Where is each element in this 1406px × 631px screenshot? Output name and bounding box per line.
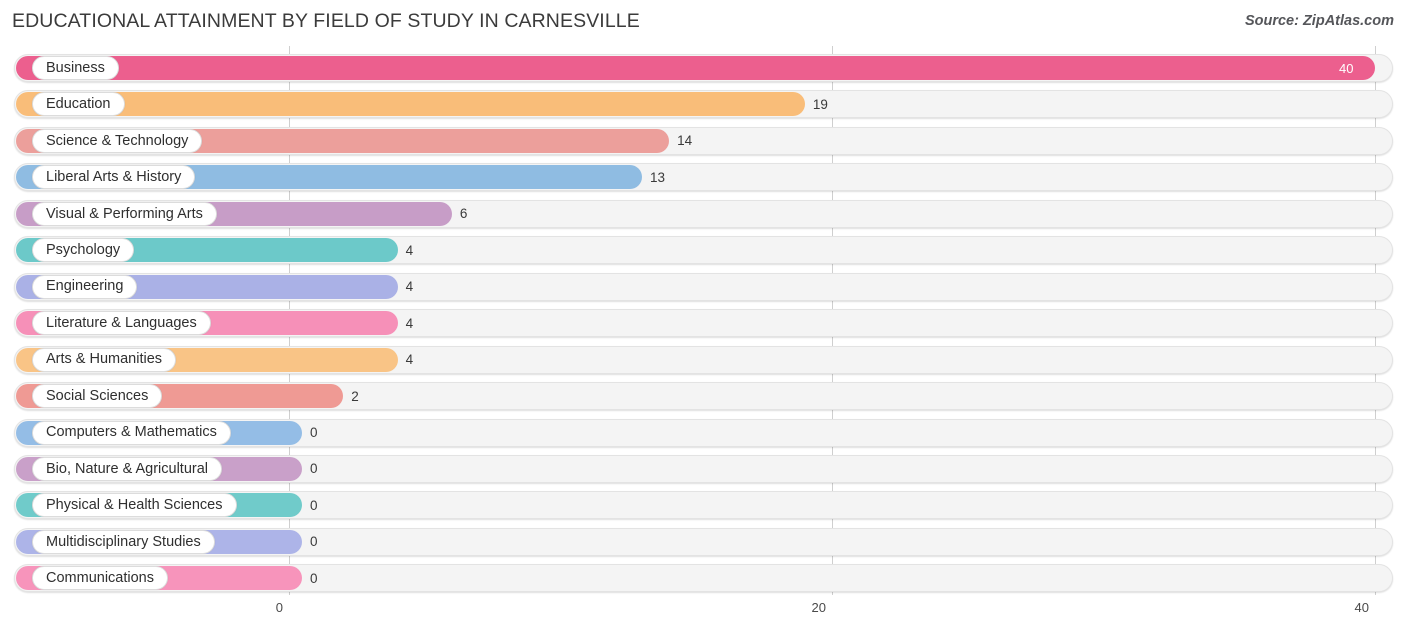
bar-value-label: 4 — [405, 352, 414, 368]
x-tick-label: 0 — [275, 600, 283, 615]
bar-label-pill: Business — [32, 56, 119, 80]
bar-row: Literature & Languages 4 — [14, 309, 1393, 338]
bar-value-label: 40 — [1339, 60, 1354, 76]
bar-value-label: 2 — [351, 388, 359, 404]
bar-row: Science & Technology 14 — [14, 126, 1393, 155]
bar-category-label: Business — [46, 59, 105, 76]
bar-label-pill: Science & Technology — [32, 128, 203, 153]
bar-value-label: 13 — [649, 169, 665, 185]
bar-label-pill: Education — [32, 92, 125, 117]
bar-row: Bio, Nature & Agricultural 0 — [14, 454, 1393, 483]
bar-label-pill: Arts & Humanities — [32, 347, 177, 372]
bar-label-pill: Bio, Nature & Agricultural — [32, 456, 222, 481]
bar-category-label: Multidisciplinary Studies — [46, 533, 201, 550]
bar-value-label: 0 — [310, 570, 318, 586]
bar-value-label: 0 — [310, 497, 318, 513]
bar-value-label: 4 — [405, 315, 414, 331]
bar-value-label: 0 — [310, 534, 318, 550]
bar-category-label: Physical & Health Sciences — [46, 497, 223, 514]
bar-category-label: Bio, Nature & Agricultural — [46, 460, 208, 477]
source-attribution: Source: ZipAtlas.com — [1244, 13, 1394, 29]
bar-row: Education 19 — [14, 90, 1393, 119]
bar-label-pill: Psychology — [32, 238, 135, 263]
x-tick-label: 40 — [1354, 600, 1369, 615]
plot-area: Business 40 Education 19 Science & Technolog… — [0, 46, 1406, 595]
bar-label-pill: Literature & Languages — [32, 311, 211, 336]
x-axis: 0 20 40 — [0, 595, 1406, 631]
bar-value-label: 0 — [310, 425, 318, 440]
chart-header: EDUCATIONAL ATTAINMENT BY FIELD OF STUDY… — [0, 0, 1406, 46]
page-title: EDUCATIONAL ATTAINMENT BY FIELD OF STUDY… — [12, 10, 640, 32]
bar-row: Physical & Health Sciences 0 — [14, 491, 1393, 520]
bar-label-pill: Communications — [32, 566, 168, 591]
bar-label-pill: Social Sciences — [32, 384, 163, 409]
bar-label-pill: Liberal Arts & History — [32, 165, 196, 190]
bar-value-label: 0 — [310, 461, 318, 477]
bar-label-pill: Multidisciplinary Studies — [32, 529, 215, 554]
bar-label-pill: Engineering — [32, 274, 138, 299]
bar-category-label: Communications — [46, 570, 154, 587]
bar-category-label: Psychology — [46, 242, 121, 258]
bar-value-label: 4 — [405, 279, 414, 295]
bar-value-label: 19 — [812, 96, 828, 112]
bar-row: Psychology 4 — [14, 236, 1393, 265]
bar-row: Social Sciences 2 — [14, 382, 1393, 411]
bar-category-label: Science & Technology — [46, 132, 189, 149]
bar-label-pill: Physical & Health Sciences — [32, 493, 237, 518]
bar-row: Communications 0 — [14, 564, 1393, 593]
bar-row: Computers & Mathematics 0 — [14, 418, 1393, 447]
bar-category-label: Liberal Arts & History — [46, 169, 182, 186]
bar-label-pill: Computers & Mathematics — [32, 420, 231, 445]
bar-value-label: 4 — [405, 242, 414, 258]
bar-value-label: 14 — [677, 133, 693, 149]
bar-category-label: Literature & Languages — [46, 314, 197, 331]
bar-category-label: Education — [46, 96, 111, 113]
bar-category-label: Arts & Humanities — [46, 351, 163, 368]
bar-rows: Business 40 Education 19 Science & Technolog… — [0, 46, 1406, 595]
bar-row: Business 40 — [14, 54, 1393, 82]
bar-category-label: Engineering — [46, 278, 124, 295]
bar-row: Multidisciplinary Studies 0 — [14, 527, 1393, 556]
bar-row: Engineering 4 — [14, 272, 1393, 301]
bar-category-label: Visual & Performing Arts — [46, 205, 203, 222]
bar[interactable] — [16, 92, 805, 117]
bar-row: Liberal Arts & History 13 — [14, 163, 1393, 192]
x-tick-label: 20 — [811, 600, 826, 615]
bar-value-label: 6 — [459, 206, 468, 222]
bar-label-pill: Visual & Performing Arts — [32, 201, 217, 226]
bar-row: Visual & Performing Arts 6 — [14, 199, 1393, 228]
bar-category-label: Social Sciences — [46, 387, 149, 404]
bar[interactable] — [16, 56, 1375, 80]
bar-category-label: Computers & Mathematics — [46, 424, 217, 441]
bar-row: Arts & Humanities 4 — [14, 345, 1393, 374]
